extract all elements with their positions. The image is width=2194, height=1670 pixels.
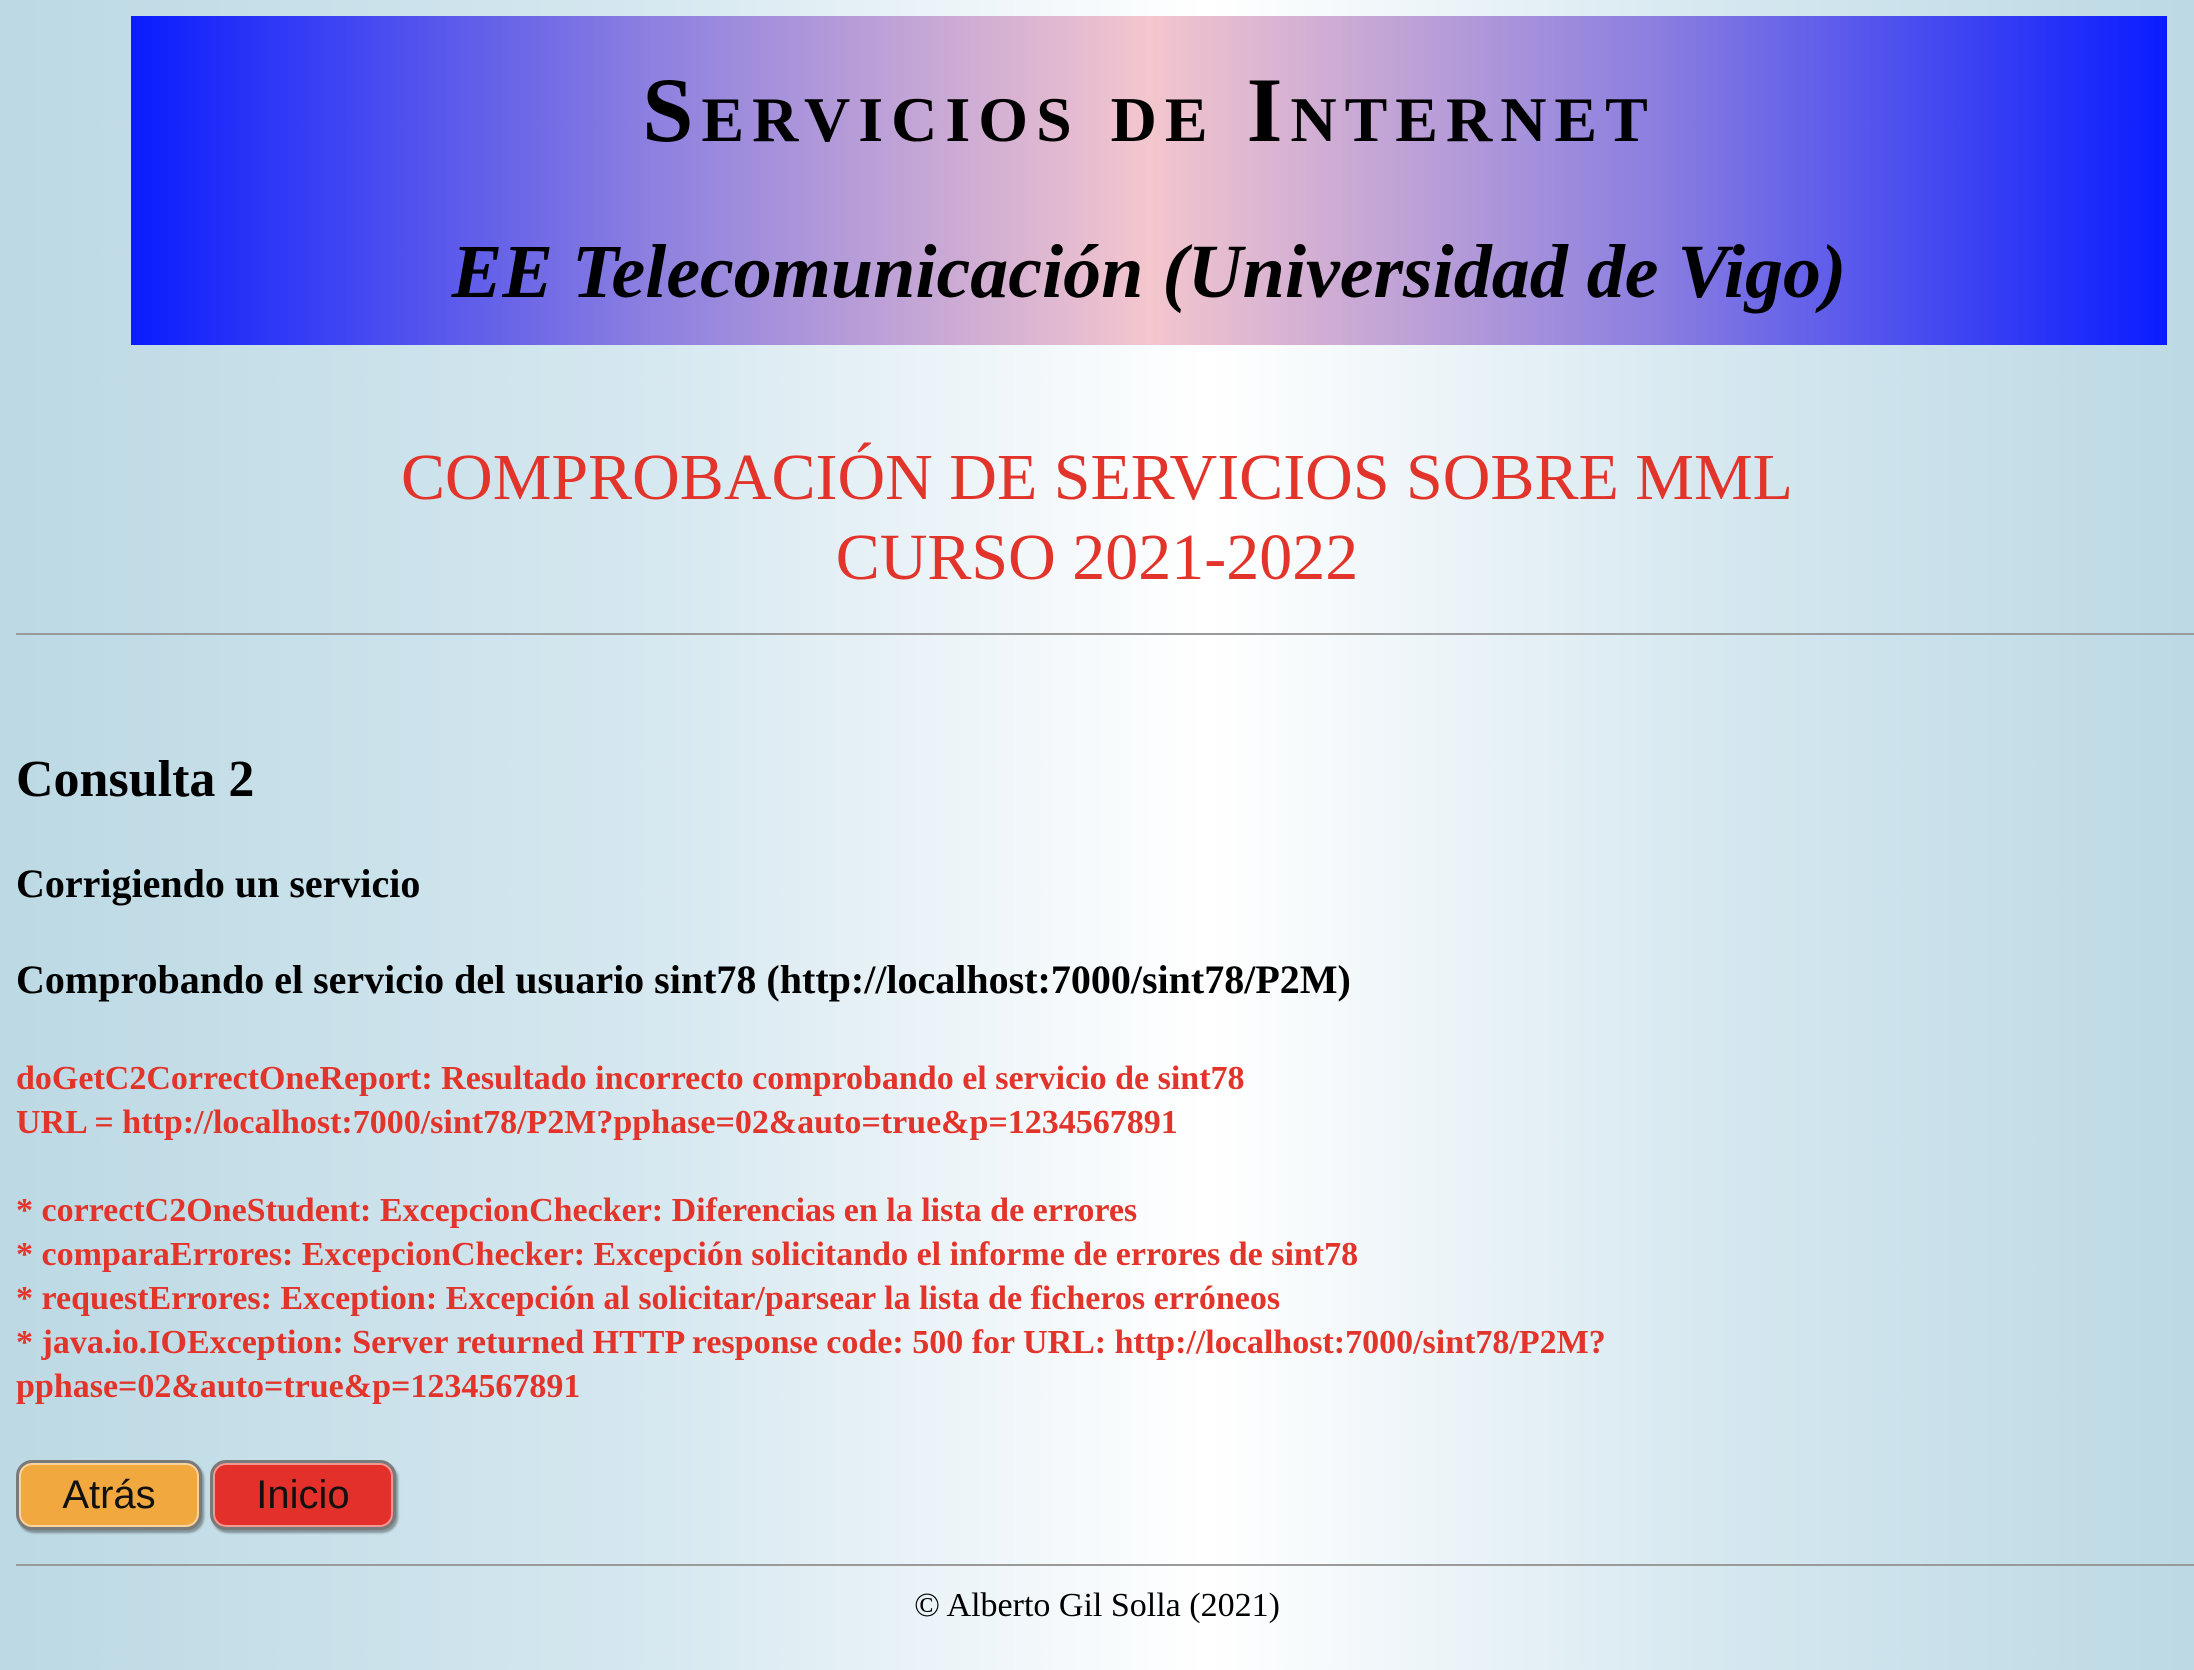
top-divider: [16, 633, 2194, 635]
corrigiendo-heading: Corrigiendo un servicio: [16, 861, 421, 906]
report-error-item: * java.io.IOException: Server returned H…: [16, 1324, 1606, 1361]
report-error-item: * comparaErrores: ExcepcionChecker: Exce…: [16, 1236, 1359, 1273]
report-summary: doGetC2CorrectOneReport: Resultado incor…: [16, 1060, 1245, 1097]
footer-copyright: © Alberto Gil Solla (2021): [914, 1587, 1280, 1624]
banner-title: Servicios de Internet: [642, 59, 1656, 161]
report-error-item: * requestErrores: Exception: Excepción a…: [16, 1280, 1281, 1317]
page-title: COMPROBACIÓN DE SERVICIOS SOBRE MML CURS…: [0, 438, 2194, 598]
report-gap: [16, 1145, 1606, 1189]
page-title-line-2: CURSO 2021-2022: [835, 521, 1359, 594]
banner-subtitle: EE Telecomunicación (Universidad de Vigo…: [451, 230, 1847, 314]
header-banner: Servicios de Internet EE Telecomunicació…: [131, 16, 2167, 345]
error-report: doGetC2CorrectOneReport: Resultado incor…: [16, 1057, 1606, 1409]
page-title-line-1: COMPROBACIÓN DE SERVICIOS SOBRE MML: [401, 441, 1793, 514]
report-url: URL = http://localhost:7000/sint78/P2M?p…: [16, 1104, 1178, 1141]
back-button[interactable]: Atrás: [16, 1460, 202, 1530]
home-button[interactable]: Inicio: [210, 1460, 396, 1530]
bottom-divider: [16, 1564, 2194, 1566]
comprobando-heading: Comprobando el servicio del usuario sint…: [16, 957, 1351, 1002]
report-error-item: * correctC2OneStudent: ExcepcionChecker:…: [16, 1192, 1138, 1229]
consulta-heading: Consulta 2: [16, 751, 255, 808]
report-error-item: pphase=02&auto=true&p=1234567891: [16, 1368, 581, 1405]
